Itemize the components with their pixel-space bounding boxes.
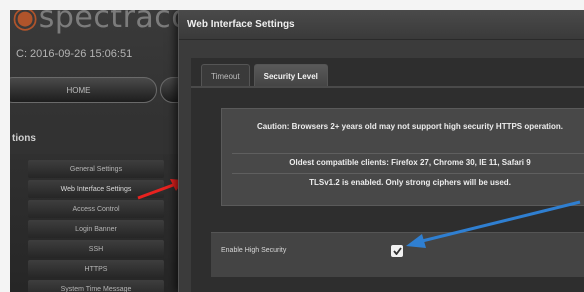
- menu-item-system-time-message[interactable]: System Time Message: [28, 280, 164, 292]
- red-arrow-shaft: [137, 182, 177, 200]
- divider: [232, 173, 584, 174]
- enable-high-security-checkbox[interactable]: [391, 245, 403, 257]
- checkmark-icon: [392, 247, 402, 255]
- system-datetime: C: 2016-09-26 15:06:51: [16, 48, 133, 60]
- compatible-clients-text: Oldest compatible clients: Firefox 27, C…: [289, 158, 531, 167]
- tab-timeout[interactable]: Timeout: [201, 64, 250, 87]
- caution-text: Caution: Browsers 2+ years old may not s…: [256, 122, 564, 131]
- divider: [232, 153, 584, 154]
- options-panel-title: tions: [10, 124, 190, 154]
- blue-arrow-annotation: [406, 200, 581, 248]
- home-button[interactable]: HOME: [10, 77, 157, 103]
- tab-bar: Timeout Security Level: [201, 64, 328, 87]
- blue-arrow-head: [406, 234, 426, 248]
- background-page: ◉spectracom C: 2016-09-26 15:06:51 HOME …: [10, 10, 222, 292]
- dialog-title: Web Interface Settings: [179, 10, 584, 40]
- menu-item-ssh[interactable]: SSH: [28, 240, 164, 258]
- top-nav: HOME: [10, 73, 222, 107]
- tab-security-level[interactable]: Security Level: [253, 64, 328, 87]
- screenshot-frame: ◉spectracom C: 2016-09-26 15:06:51 HOME …: [10, 10, 584, 292]
- logo-mark-icon: ◉: [12, 10, 39, 35]
- menu-item-login-banner[interactable]: Login Banner: [28, 220, 164, 238]
- menu-item-access-control[interactable]: Access Control: [28, 200, 164, 218]
- menu-item-https[interactable]: HTTPS: [28, 260, 164, 278]
- tab-divider: [191, 86, 584, 88]
- blue-arrow-shaft: [417, 200, 581, 244]
- tls-status-text: TLSv1.2 is enabled. Only strong ciphers …: [309, 178, 511, 187]
- enable-high-security-label: Enable High Security: [221, 247, 287, 254]
- security-info-box: Caution: Browsers 2+ years old may not s…: [221, 108, 584, 206]
